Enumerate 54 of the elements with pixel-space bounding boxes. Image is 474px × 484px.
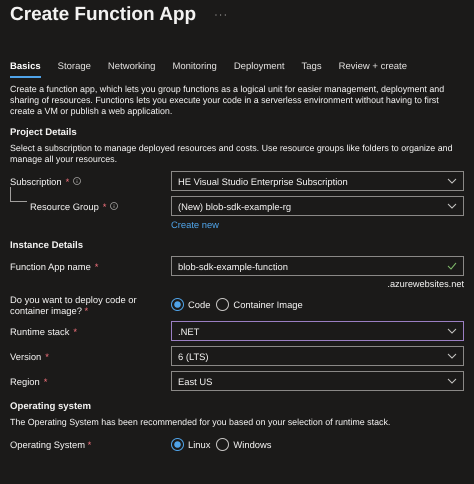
input-field[interactable]: blob-sdk-example-function — [171, 256, 464, 276]
chevron-down-icon — [447, 328, 457, 334]
dropdown[interactable]: .NET — [171, 321, 464, 341]
field-label: Do you want to deploy code or container image? * — [10, 294, 138, 316]
field-label: Operating System * — [10, 438, 92, 450]
chevron-down-icon — [447, 203, 457, 209]
required-asterisk: * — [88, 438, 92, 450]
tab[interactable]: Tags — [302, 58, 322, 78]
dropdown[interactable]: (New) blob-sdk-example-rg — [171, 196, 464, 216]
field-label: Region — [10, 376, 40, 386]
info-icon[interactable] — [110, 202, 118, 210]
field-label: Runtime stack — [10, 326, 70, 336]
radio-button[interactable] — [216, 438, 230, 450]
domain-suffix: .azurewebsites.net — [387, 279, 464, 289]
tab[interactable]: Deployment — [234, 58, 285, 78]
chevron-down-icon — [447, 178, 457, 184]
tab[interactable]: Monitoring — [172, 58, 217, 78]
section-description: The Operating System has been recommended for you based on your selection of runtime stack. — [10, 417, 392, 428]
page-title: Create Function App — [10, 4, 196, 26]
section-heading: Project Details — [10, 127, 78, 138]
radio-option[interactable]: Linux — [171, 438, 210, 450]
required-asterisk: * — [84, 305, 88, 316]
field-label: Function App name — [10, 260, 91, 272]
radio-option[interactable]: Code — [171, 298, 210, 310]
required-asterisk: * — [73, 326, 78, 336]
info-icon[interactable] — [73, 177, 82, 185]
radio-option[interactable]: Windows — [216, 438, 272, 450]
intro-text: Create a function app, which lets you group functions as a logical unit for easier management, deployment and sharing of resources. Functions lets you execute your code in a serverless environment without having to first create a VM or publish a web application. — [10, 84, 446, 117]
tab[interactable]: Networking — [108, 58, 156, 78]
tab[interactable]: Review + create — [338, 58, 407, 78]
required-asterisk: * — [94, 260, 98, 272]
radio-button[interactable] — [216, 298, 230, 310]
required-asterisk: * — [44, 376, 48, 386]
field-label: Subscription — [10, 176, 62, 186]
required-asterisk: * — [66, 176, 70, 186]
section-heading: Operating system — [10, 401, 92, 412]
dropdown[interactable]: 6 (LTS) — [171, 346, 464, 366]
chevron-down-icon — [447, 353, 457, 359]
section-heading: Instance Details — [10, 240, 84, 251]
section-description: Select a subscription to manage deployed resources and costs. Use resource groups like folders to organize and manage all your resources. — [10, 143, 454, 165]
field-label: Resource Group — [30, 200, 99, 212]
tab[interactable]: Storage — [58, 58, 91, 78]
dropdown[interactable]: HE Visual Studio Enterprise Subscription — [171, 171, 464, 191]
dropdown[interactable]: East US — [171, 371, 464, 391]
radio-button[interactable] — [171, 298, 184, 310]
create-new-link[interactable]: Create new — [171, 219, 219, 230]
field-label: Version — [10, 350, 42, 362]
tab[interactable]: Basics — [10, 58, 41, 78]
radio-button[interactable] — [171, 438, 184, 450]
required-asterisk: * — [102, 200, 106, 212]
chevron-down-icon — [447, 378, 457, 384]
more-options-button[interactable]: ··· — [214, 9, 228, 21]
required-asterisk: * — [45, 350, 49, 362]
radio-option[interactable]: Container Image — [216, 298, 303, 310]
